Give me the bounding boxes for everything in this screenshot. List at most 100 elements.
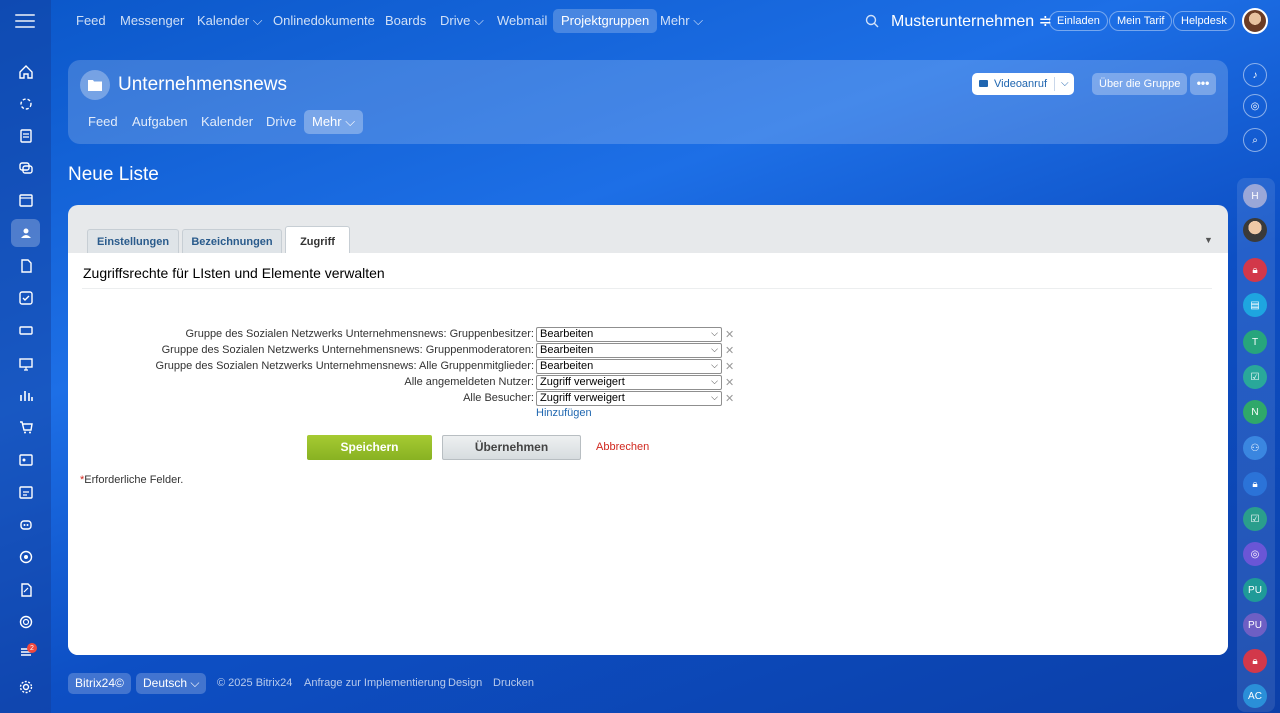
video-call-button[interactable]: Videoanruf ⌵	[972, 73, 1074, 95]
nav-calendar[interactable]: Kalender ⌵	[189, 9, 271, 33]
nav-drive[interactable]: Drive ⌵	[432, 9, 492, 33]
chevron-down-icon[interactable]: ⌵	[1061, 73, 1069, 95]
collapse-arrow-icon[interactable]: ▼	[1204, 235, 1213, 245]
group-tab-feed[interactable]: Feed	[80, 110, 126, 134]
chat-icon[interactable]	[11, 154, 40, 182]
company-name[interactable]: Musterunternehmen ≑	[891, 11, 1052, 31]
group-header: Unternehmensnews Feed Aufgaben Kalender …	[68, 60, 1228, 144]
feed-icon[interactable]	[11, 122, 40, 150]
section-divider	[82, 288, 1212, 289]
cancel-link[interactable]: Abbrechen	[596, 441, 649, 453]
perm-select-owners[interactable]: Bearbeiten ⌵	[536, 327, 722, 342]
lock-chat-2-icon[interactable]: 🔒︎	[1243, 472, 1267, 496]
nav-feed[interactable]: Feed	[68, 9, 114, 33]
required-text: Erforderliche Felder.	[84, 474, 184, 486]
lock-chat-icon[interactable]: 🔒︎	[1243, 258, 1267, 282]
groups-icon[interactable]	[11, 219, 40, 247]
chat-avatar-t[interactable]: T	[1243, 330, 1267, 354]
perm-label-moderators: Gruppe des Sozialen Netzwerks Unternehme…	[161, 344, 534, 356]
robot-icon[interactable]	[11, 510, 40, 538]
nav-more[interactable]: Mehr ⌵	[652, 9, 711, 33]
perm-select-authorized[interactable]: Zugriff verweigert ⌵	[536, 375, 722, 390]
chat-avatar-ac[interactable]: AC	[1243, 684, 1267, 708]
nav-webmail[interactable]: Webmail	[489, 9, 555, 33]
perm-select-visitors[interactable]: Zugriff verweigert ⌵	[536, 391, 722, 406]
calendar-icon[interactable]	[11, 186, 40, 214]
copilot-chat-2-icon[interactable]: ◎	[1243, 542, 1267, 566]
copilot-chat-icon[interactable]: ◎	[1243, 94, 1267, 118]
invite-button[interactable]: Einladen	[1049, 11, 1108, 31]
group-tab-calendar[interactable]: Kalender	[193, 110, 261, 134]
support-icon[interactable]	[11, 608, 40, 636]
chat-bubble-icon[interactable]: ▤	[1243, 293, 1267, 317]
search-icon[interactable]	[864, 13, 880, 29]
target-icon[interactable]	[11, 543, 40, 571]
video-call-label: Videoanruf	[994, 78, 1048, 90]
home-icon[interactable]	[11, 58, 40, 86]
search-chat-icon[interactable]: ⌕	[1243, 128, 1267, 152]
bitrix24-brand[interactable]: Bitrix24©	[68, 673, 131, 694]
chat-avatar-h[interactable]: H	[1243, 184, 1267, 208]
perm-select-members[interactable]: Bearbeiten ⌵	[536, 359, 722, 374]
tab-access[interactable]: Zugriff	[285, 226, 350, 254]
more-options-button[interactable]: •••	[1190, 73, 1216, 95]
apply-button[interactable]: Übernehmen	[442, 435, 581, 460]
nav-online-documents[interactable]: Onlinedokumente	[265, 9, 383, 33]
analytics-icon[interactable]	[11, 381, 40, 409]
group-tab-more[interactable]: Mehr ⌵	[304, 110, 364, 134]
chat-avatar-pu-1[interactable]: PU	[1243, 578, 1267, 602]
document-icon[interactable]	[11, 252, 40, 280]
print-link[interactable]: Drucken	[493, 677, 534, 689]
perm-label-owners: Gruppe des Sozialen Netzwerks Unternehme…	[185, 328, 534, 340]
remove-icon[interactable]: ✕	[725, 392, 734, 405]
left-sidebar: 2	[0, 0, 51, 713]
tab-settings[interactable]: Einstellungen	[87, 229, 179, 253]
task-chat-2-icon[interactable]: ☑	[1243, 507, 1267, 531]
chat-avatar-n[interactable]: N	[1243, 400, 1267, 424]
board-icon[interactable]	[11, 350, 40, 378]
remove-icon[interactable]: ✕	[725, 328, 734, 341]
copyright: © 2025 Bitrix24	[217, 677, 293, 689]
remove-icon[interactable]: ✕	[725, 344, 734, 357]
cart-icon[interactable]	[11, 413, 40, 441]
add-permission-link[interactable]: Hinzufügen	[536, 407, 592, 419]
chevron-down-icon: ⌵	[711, 328, 718, 338]
perm-select-moderators[interactable]: Bearbeiten ⌵	[536, 343, 722, 358]
page-title: Neue Liste	[68, 164, 159, 185]
chevron-down-icon: ⌵	[711, 392, 718, 402]
nav-boards[interactable]: Boards	[377, 9, 434, 33]
settings-icon[interactable]	[11, 673, 40, 701]
my-plan-button[interactable]: Mein Tarif	[1109, 11, 1173, 31]
user-avatar[interactable]	[1242, 8, 1268, 34]
inbox-icon[interactable]	[11, 316, 40, 344]
group-chat-icon[interactable]: ⚇	[1243, 436, 1267, 460]
group-tab-drive[interactable]: Drive	[258, 110, 304, 134]
schedule-icon[interactable]	[11, 478, 40, 506]
remove-icon[interactable]: ✕	[725, 376, 734, 389]
perm-value: Bearbeiten	[540, 328, 594, 340]
helpdesk-button[interactable]: Helpdesk	[1173, 11, 1235, 31]
group-tab-tasks[interactable]: Aufgaben	[124, 110, 196, 134]
menu-icon[interactable]	[15, 14, 35, 28]
lock-chat-3-icon[interactable]: 🔒︎	[1243, 649, 1267, 673]
nav-project-groups[interactable]: Projektgruppen	[553, 9, 658, 33]
contact-card-icon[interactable]	[11, 446, 40, 474]
copilot-icon[interactable]	[11, 90, 40, 118]
tasks-icon[interactable]	[11, 284, 40, 312]
top-navigation: Feed Messenger Kalender ⌵ Onlinedokument…	[51, 0, 1280, 42]
about-group-button[interactable]: Über die Gruppe	[1092, 73, 1188, 95]
language-select[interactable]: Deutsch ⌵	[136, 673, 207, 694]
remove-icon[interactable]: ✕	[725, 360, 734, 373]
sign-icon[interactable]	[11, 576, 40, 604]
chat-avatar-pu-2[interactable]: PU	[1243, 613, 1267, 637]
notification-badge: 2	[27, 643, 37, 653]
save-button[interactable]: Speichern	[307, 435, 432, 460]
nav-messenger[interactable]: Messenger	[112, 9, 192, 33]
chat-avatar-user[interactable]	[1243, 218, 1267, 242]
notifications-list-icon[interactable]	[11, 638, 40, 666]
design-link[interactable]: Design	[448, 677, 482, 689]
task-chat-icon[interactable]: ☑	[1243, 365, 1267, 389]
bell-icon[interactable]: ♪	[1243, 63, 1267, 87]
tab-labels[interactable]: Bezeichnungen	[182, 229, 282, 253]
implementation-link[interactable]: Anfrage zur Implementierung	[304, 677, 446, 689]
